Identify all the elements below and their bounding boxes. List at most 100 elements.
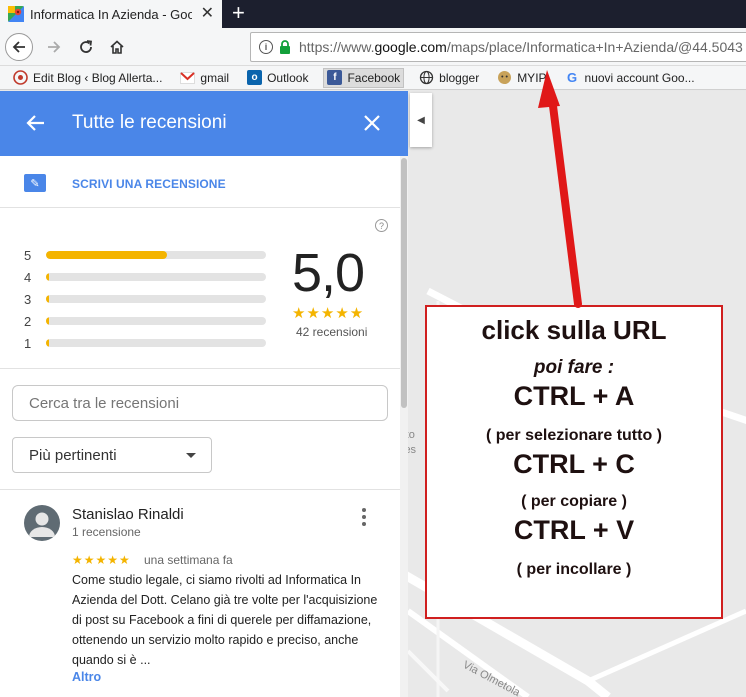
rating-bar-fill xyxy=(46,251,167,259)
map-place-label: rto xyxy=(408,429,415,441)
rating-breakdown: 5 4 3 2 1 xyxy=(24,244,266,354)
lock-icon xyxy=(280,40,290,54)
annotation-line: ( per incollare ) xyxy=(516,561,632,578)
bookmark-google-accounts[interactable]: G nuovi account Goo... xyxy=(562,68,698,88)
tab-title: Informatica In Azienda - Google Maps xyxy=(30,6,192,22)
arrow-left-icon xyxy=(12,41,25,53)
review-stars: ★★★★★ xyxy=(72,553,131,567)
bookmark-label: Facebook xyxy=(347,70,401,85)
url-host: google.com xyxy=(374,39,447,55)
bookmark-gmail[interactable]: gmail xyxy=(177,68,232,88)
search-reviews-input[interactable] xyxy=(12,385,388,421)
url-prefix: https://www. xyxy=(299,39,375,55)
annotation-line: CTRL + A xyxy=(513,381,635,411)
sort-label: Più pertinenti xyxy=(29,446,117,464)
navigation-bar: i https://www.google.com/maps/place/Info… xyxy=(0,28,746,66)
url-path: /maps/place/Informatica+In+Azienda/@44.5… xyxy=(446,39,743,55)
myip-icon xyxy=(497,70,512,85)
bookmark-label: Outlook xyxy=(267,70,309,85)
reviews-panel: Tutte le recensioni ✎ SCRIVI UNA RECENSI… xyxy=(0,91,408,697)
annotation-line: CTRL + V xyxy=(513,515,635,545)
new-tab-button[interactable]: + xyxy=(232,1,245,25)
annotation-line: ( per selezionare tutto ) xyxy=(485,427,663,444)
reviewer-name[interactable]: Stanislao Rinaldi xyxy=(72,506,184,523)
divider xyxy=(0,368,400,369)
bookmarks-bar: Edit Blog ‹ Blog Allerta... gmail o Outl… xyxy=(0,66,746,90)
bookmark-blogger[interactable]: blogger xyxy=(416,68,482,88)
tab-close-icon[interactable]: ✕ xyxy=(201,5,214,23)
review-count[interactable]: 42 recensioni xyxy=(296,325,367,339)
review-time: una settimana fa xyxy=(144,553,233,567)
annotation-line: ( per copiare ) xyxy=(521,493,627,510)
google-icon: G xyxy=(566,70,578,85)
map-place-label: ies xyxy=(408,444,417,456)
bookmark-facebook[interactable]: f Facebook xyxy=(323,67,405,88)
rating-bar xyxy=(46,251,266,259)
panel-title: Tutte le recensioni xyxy=(72,112,227,133)
rating-row-label: 4 xyxy=(24,269,32,285)
rating-row-label: 3 xyxy=(24,291,32,307)
scrollbar-thumb[interactable] xyxy=(401,158,407,408)
rating-bar-fill xyxy=(46,273,49,281)
instruction-annotation: click sulla URL poi fare : CTRL + A ( pe… xyxy=(425,305,723,619)
review-card: Stanislao Rinaldi 1 recensione ★★★★★ una… xyxy=(0,490,400,697)
home-icon xyxy=(110,40,124,54)
rating-row-1: 1 xyxy=(24,332,266,354)
rating-bar xyxy=(46,295,266,303)
write-review-button[interactable]: SCRIVI UNA RECENSIONE xyxy=(72,177,226,191)
facebook-icon: f xyxy=(327,70,343,85)
arrow-right-icon xyxy=(48,41,61,53)
bookmark-label: nuovi account Goo... xyxy=(584,70,695,85)
caret-down-icon xyxy=(186,453,196,458)
home-button[interactable] xyxy=(103,33,131,61)
outlook-icon: o xyxy=(247,70,263,85)
rating-bar-fill xyxy=(46,295,49,303)
review-text: Come studio legale, ci siamo rivolti ad … xyxy=(72,573,378,667)
rating-bar xyxy=(46,317,266,325)
more-options-icon[interactable] xyxy=(356,506,372,528)
panel-scrollbar[interactable] xyxy=(400,156,408,697)
rating-bar-fill xyxy=(46,317,49,325)
annotation-line: CTRL + C xyxy=(513,449,635,479)
url-bar[interactable]: i https://www.google.com/maps/place/Info… xyxy=(250,32,746,62)
rating-row-3: 3 xyxy=(24,288,266,310)
person-icon xyxy=(29,512,55,537)
collapse-panel-button[interactable]: ◀ xyxy=(410,93,432,147)
rating-row-label: 5 xyxy=(24,247,32,263)
close-icon[interactable] xyxy=(362,113,382,133)
reload-button[interactable] xyxy=(72,33,100,61)
url-text[interactable]: https://www.google.com/maps/place/Inform… xyxy=(299,39,743,55)
bookmark-label: Edit Blog ‹ Blog Allerta... xyxy=(33,70,163,85)
bookmark-outlook[interactable]: o Outlook xyxy=(244,68,311,88)
rating-row-5: 5 xyxy=(24,244,266,266)
sort-dropdown[interactable]: Più pertinenti xyxy=(12,437,212,473)
rating-bar-fill xyxy=(46,339,49,347)
tab-strip: Informatica In Azienda - Google Maps ✕ + xyxy=(0,0,746,28)
average-stars: ★★★★★ xyxy=(292,305,365,322)
avatar[interactable] xyxy=(24,505,60,541)
bookmark-label: MYIP xyxy=(517,70,547,85)
back-button[interactable] xyxy=(5,33,33,61)
panel-header: Tutte le recensioni xyxy=(0,91,408,156)
bookmark-edit-blog[interactable]: Edit Blog ‹ Blog Allerta... xyxy=(10,68,165,88)
google-maps-favicon-icon xyxy=(8,6,24,22)
rating-row-label: 1 xyxy=(24,335,32,351)
rating-row-2: 2 xyxy=(24,310,266,332)
help-icon[interactable]: ? xyxy=(375,219,388,232)
bookmark-label: gmail xyxy=(200,70,230,85)
annotation-line: click sulla URL xyxy=(481,315,667,345)
rating-bar xyxy=(46,273,266,281)
rating-row-label: 2 xyxy=(24,313,32,329)
forward-button[interactable] xyxy=(40,33,68,61)
reload-icon xyxy=(80,40,93,53)
rating-bar xyxy=(46,339,266,347)
read-more-link[interactable]: Altro xyxy=(72,670,101,684)
bookmark-myip[interactable]: MYIP xyxy=(494,68,549,88)
info-icon[interactable]: i xyxy=(259,40,273,54)
reviewer-review-count: 1 recensione xyxy=(72,525,141,539)
annotation-line: poi fare : xyxy=(533,357,615,378)
back-arrow-icon[interactable] xyxy=(24,111,48,135)
average-rating: 5,0 xyxy=(292,243,365,303)
browser-tab[interactable]: Informatica In Azienda - Google Maps ✕ xyxy=(0,0,222,28)
caret-left-icon: ◀ xyxy=(417,114,425,126)
